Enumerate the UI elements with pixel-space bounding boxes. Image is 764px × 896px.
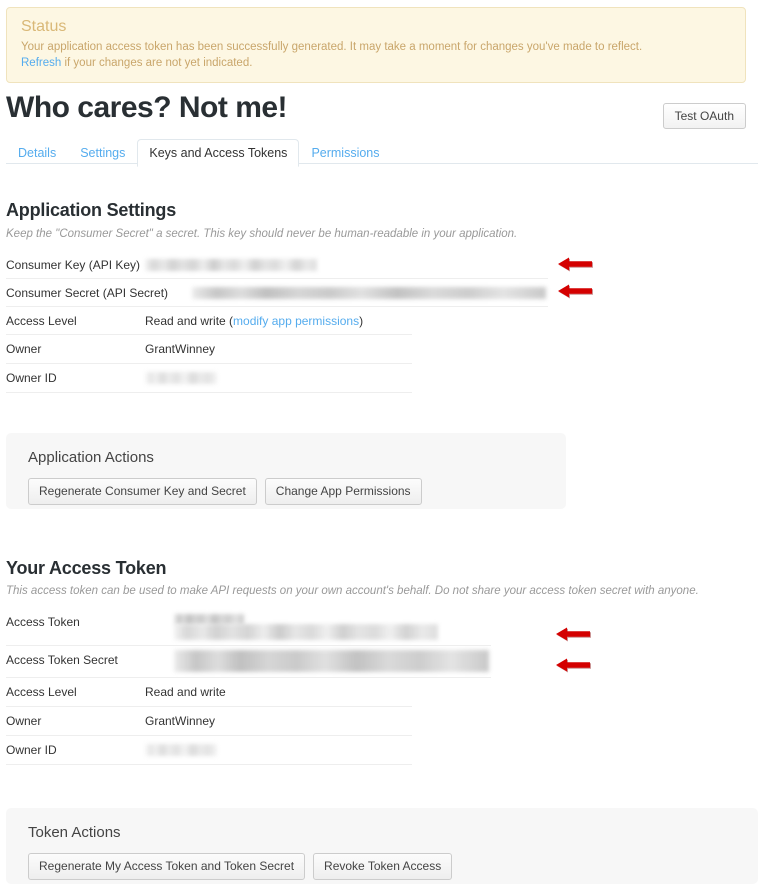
revoke-token-access-button[interactable]: Revoke Token Access	[313, 853, 453, 880]
row-label-access-token: Access Token	[6, 615, 80, 629]
row-label-consumer-key: Consumer Key (API Key)	[6, 258, 141, 272]
application-actions-panel: Application Actions Regenerate Consumer …	[6, 433, 566, 509]
row-label-owner: Owner	[6, 342, 42, 356]
redacted-access-token-secret-value	[174, 650, 489, 672]
redacted-access-token-value-line2	[174, 624, 438, 640]
refresh-link[interactable]: Refresh	[21, 57, 61, 69]
tab-bar: Details Settings Keys and Access Tokens Per…	[6, 138, 758, 167]
row-value-token-owner: GrantWinney	[145, 714, 216, 728]
regenerate-access-token-button[interactable]: Regenerate My Access Token and Token Sec…	[28, 853, 306, 880]
table-row: Owner ID	[6, 736, 412, 765]
modify-app-permissions-link[interactable]: modify app permissions	[233, 314, 359, 328]
tab-details[interactable]: Details	[6, 139, 68, 166]
status-banner: Status Your application access token has…	[6, 7, 746, 83]
application-actions-title: Application Actions	[28, 449, 154, 466]
row-label-consumer-secret: Consumer Secret (API Secret)	[6, 286, 169, 300]
application-settings-table: Consumer Key (API Key) Consumer Secret (…	[6, 251, 566, 393]
table-row: Access Level Read and write (modify app …	[6, 307, 412, 335]
table-row: Owner GrantWinney	[6, 707, 412, 736]
application-settings-title: Application Settings	[6, 200, 177, 220]
application-actions-buttons: Regenerate Consumer Key and Secret Change…	[6, 468, 566, 521]
access-token-title: Your Access Token	[6, 558, 167, 578]
table-row: Access Token	[6, 608, 491, 646]
token-actions-panel: Token Actions Regenerate My Access Token…	[6, 808, 758, 884]
table-row: Owner ID	[6, 364, 412, 393]
page-title: Who cares? Not me!	[6, 91, 288, 124]
row-label-token-access-level: Access Level	[6, 685, 77, 699]
table-row: Consumer Secret (API Secret)	[6, 279, 548, 307]
page-root: Status Your application access token has…	[0, 0, 764, 887]
redacted-consumer-key-value	[145, 259, 317, 271]
access-level-suffix: )	[359, 314, 364, 328]
table-row: Consumer Key (API Key)	[6, 251, 548, 279]
status-banner-title: Status	[21, 18, 67, 35]
test-oauth-button[interactable]: Test OAuth	[662, 103, 746, 129]
access-token-table: Access Token Access Token Secret Access …	[6, 608, 566, 765]
token-actions-buttons: Regenerate My Access Token and Token Sec…	[6, 843, 758, 896]
row-label-access-level: Access Level	[6, 314, 77, 328]
row-label-access-token-secret: Access Token Secret	[6, 653, 118, 667]
redacted-owner-id-value	[145, 372, 217, 384]
tab-keys-and-access-tokens[interactable]: Keys and Access Tokens	[137, 139, 300, 167]
row-value-token-access-level: Read and write	[145, 685, 226, 699]
status-message-suffix: if your changes are not yet indicated.	[61, 57, 253, 69]
access-token-subtitle: This access token can be used to make AP…	[6, 585, 699, 597]
table-row: Access Token Secret	[6, 646, 491, 678]
row-value-owner: GrantWinney	[145, 342, 216, 356]
table-row: Access Level Read and write	[6, 678, 412, 707]
redacted-token-owner-id-value	[145, 744, 217, 756]
regenerate-consumer-key-and-secret-button[interactable]: Regenerate Consumer Key and Secret	[28, 478, 257, 505]
row-label-token-owner: Owner	[6, 714, 42, 728]
table-row: Owner GrantWinney	[6, 335, 412, 364]
tab-permissions[interactable]: Permissions	[299, 139, 391, 166]
row-label-token-owner-id: Owner ID	[6, 743, 57, 757]
change-app-permissions-button[interactable]: Change App Permissions	[264, 478, 422, 505]
status-message-text: Your application access token has been s…	[21, 41, 643, 53]
status-banner-message: Your application access token has been s…	[21, 39, 731, 71]
tab-settings[interactable]: Settings	[68, 139, 137, 166]
application-settings-subtitle: Keep the "Consumer Secret" a secret. Thi…	[6, 228, 518, 240]
row-value-access-level: Read and write (modify app permissions)	[145, 314, 363, 329]
redacted-consumer-secret-value	[192, 287, 546, 299]
row-label-owner-id: Owner ID	[6, 371, 57, 385]
token-actions-title: Token Actions	[28, 824, 121, 841]
access-level-text: Read and write (	[145, 314, 234, 328]
